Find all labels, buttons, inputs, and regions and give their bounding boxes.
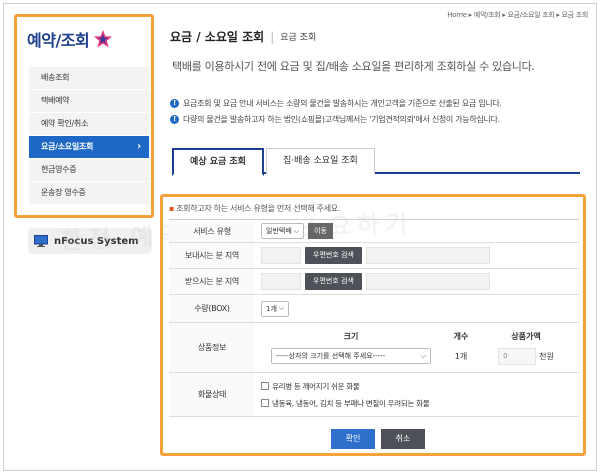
sender-zip-field[interactable] [261,247,301,264]
bullet-icon: ▪ [169,204,175,213]
breadcrumb: Home ▸ 예약/조회 ▸ 요금/소요일 조회 ▸ 요금 조회 [447,11,588,19]
notice-item: ! 요금조회 및 요금 안내 서비스는 소량의 물건을 발송하시는 개인고객을 … [170,98,590,109]
cargo-option-label: 유리병 등 깨어지기 쉬운 화물 [272,381,360,391]
intro-text: 택배를 이용하시기 전에 요금 및 집/배송 소요일을 편리하게 조회하실 수 … [172,60,535,73]
monitor-icon [34,235,48,247]
checkbox-icon [261,399,269,407]
sidebar-highlight: 예약/조회 배송조회 택배예약 예약 확인/취소 요금/소요일조회 › 현금영수증… [14,14,154,218]
tab-fee-estimate[interactable]: 예상 요금 조회 [172,148,264,176]
star-icon [94,30,113,48]
form-hint-text: 조회하고자 하는 서비스 유형을 먼저 선택해 주세요. [176,204,341,213]
tab-delivery-duration[interactable]: 집·배송 소요일 조회 [265,148,375,174]
count-column-header: 개수 [453,331,469,341]
info-icon: ! [170,115,179,124]
box-size-select[interactable]: -----상자의 크기를 선택해 주세요----- ⌵ [271,348,431,364]
page-title: 요금 / 소요일 조회 | 요금 조회 [170,28,316,45]
checkbox-icon [261,382,269,390]
nfocus-banner[interactable]: nFocus System [28,228,152,254]
sidebar-item-fee-duration[interactable]: 요금/소요일조회 › [29,136,149,159]
cargo-option-label: 냉동육, 냉동어, 김치 등 부패나 변질이 우려되는 화물 [272,398,430,408]
sender-address-field[interactable] [365,247,490,264]
notice-text: 요금조회 및 요금 안내 서비스는 소량의 물건을 발송하시는 개인고객을 기준… [183,99,502,108]
page-title-text: 요금 / 소요일 조회 [170,30,265,44]
sidebar-menu: 배송조회 택배예약 예약 확인/취소 요금/소요일조회 › 현금영수증 운송장 영… [29,67,149,205]
sidebar-title: 예약/조회 [27,27,113,51]
row-service-type: 서비스 유형 일반택배 ⌵ 이동 [169,219,579,243]
info-icon: ! [170,99,179,108]
price-unit: 천원 [539,351,554,361]
sidebar-item-cash-receipt[interactable]: 현금영수증 [29,159,149,182]
receiver-address-field[interactable] [365,273,490,290]
chevron-right-icon: › [137,141,141,152]
notice-text: 다량의 물건을 발송하고자 하는 법인(쇼핑몰)고객님께서는 '기업견적의뢰'에… [183,115,500,124]
service-type-value: 일반택배 [266,227,292,235]
chevron-down-icon: ⌵ [293,226,300,235]
sender-area-label: 보내시는 분 지역 [169,243,255,268]
sender-zip-search-button[interactable]: 우편번호 검색 [305,247,362,264]
sidebar-title-text: 예약/조회 [27,31,90,50]
sidebar-item-label: 예약 확인/취소 [41,119,88,128]
sidebar-item-waybill-receipt[interactable]: 운송장 영수증 [29,182,149,205]
chevron-down-icon: ⌵ [278,304,285,312]
quantity-select[interactable]: 1개 ⌵ [261,300,290,317]
receiver-zip-search-button[interactable]: 우편번호 검색 [305,273,362,290]
sidebar-item-reservation[interactable]: 택배예약 [29,90,149,113]
tab-bar: 예상 요금 조회 집·배송 소요일 조회 [172,148,580,176]
service-type-label: 서비스 유형 [169,220,255,242]
price-input[interactable]: 0 [498,347,537,365]
count-value: 1개 [454,351,468,361]
receiver-zip-field[interactable] [261,273,301,290]
notice-list: ! 요금조회 및 요금 안내 서비스는 소량의 물건을 발송하시는 개인고객을 … [170,98,590,130]
form-hint: ▪ 조회하고자 하는 서비스 유형을 먼저 선택해 주세요. [169,203,340,214]
row-product-info: 상품정보 크기 개수 상품가액 -----상자의 크기를 선택해 주세요----… [169,323,579,373]
nfocus-label: nFocus System [54,235,139,247]
sidebar-item-tracking[interactable]: 배송조회 [29,67,149,90]
sidebar-item-label: 운송장 영수증 [41,188,86,197]
sidebar-item-label: 현금영수증 [41,165,77,174]
sidebar-item-reservation-check[interactable]: 예약 확인/취소 [29,113,149,136]
quantity-value: 1개 [266,304,277,313]
size-column-header: 크기 [343,331,359,341]
receiver-area-label: 받으시는 분 지역 [169,269,255,294]
quantity-label: 수량(BOX) [169,295,255,322]
price-column-header: 상품가액 [511,331,541,341]
cancel-button[interactable]: 취소 [381,429,425,449]
row-quantity: 수량(BOX) 1개 ⌵ [169,295,579,323]
product-info-label: 상품정보 [169,323,255,372]
sidebar-item-label: 배송조회 [41,73,70,82]
row-sender-area: 보내시는 분 지역 우편번호 검색 [169,243,579,269]
confirm-button[interactable]: 확인 [331,429,375,449]
row-cargo-status: 화물상태 유리병 등 깨어지기 쉬운 화물 냉동육, 냉동어, 김치 등 부패나… [169,373,579,417]
cargo-fragile-checkbox[interactable]: 유리병 등 깨어지기 쉬운 화물 [261,381,360,392]
page-subtitle: 요금 조회 [280,33,317,43]
cargo-perishable-checkbox[interactable]: 냉동육, 냉동어, 김치 등 부패나 변질이 우려되는 화물 [261,398,430,409]
notice-item: ! 다량의 물건을 발송하고자 하는 법인(쇼핑몰)고객님께서는 '기업견적의뢰… [170,114,590,125]
move-button[interactable]: 이동 [308,223,333,239]
chevron-down-icon: ⌵ [420,351,426,360]
box-size-placeholder: -----상자의 크기를 선택해 주세요----- [276,352,386,360]
sidebar-item-label: 택배예약 [41,96,70,105]
sidebar-item-label: 요금/소요일조회 [41,142,94,151]
row-receiver-area: 받으시는 분 지역 우편번호 검색 [169,269,579,295]
service-type-select[interactable]: 일반택배 ⌵ [261,223,305,239]
title-separator: | [270,29,275,44]
cargo-status-label: 화물상태 [169,373,255,416]
fee-form: ▪ 조회하고자 하는 서비스 유형을 먼저 선택해 주세요. 서비스 유형 일반택… [160,194,586,456]
